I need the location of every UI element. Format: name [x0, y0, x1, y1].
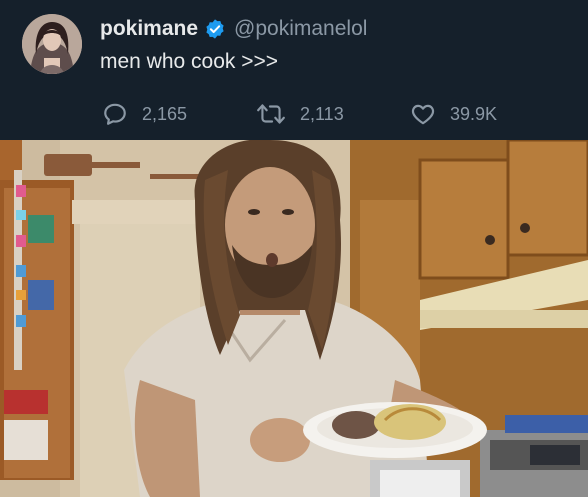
tweet-actions: 2,165 2,113 39.9K: [0, 98, 588, 130]
user-handle[interactable]: @pokimanelol: [234, 17, 367, 41]
reply-icon: [102, 101, 128, 127]
reply-button[interactable]: 2,165: [102, 98, 187, 130]
avatar-image: [22, 14, 82, 74]
heart-icon: [410, 101, 436, 127]
tweet-text: men who cook >>>: [100, 50, 279, 73]
display-name[interactable]: pokimane: [100, 17, 198, 41]
author-row: pokimane @pokimanelol: [100, 16, 367, 42]
verified-badge-icon: [204, 18, 226, 40]
like-button[interactable]: 39.9K: [410, 98, 497, 130]
avatar[interactable]: [22, 14, 82, 74]
retweet-button[interactable]: 2,113: [256, 98, 344, 130]
reply-count: 2,165: [142, 103, 188, 124]
like-count: 39.9K: [450, 103, 498, 124]
tweet-header: pokimane @pokimanelol men who cook >>> 2…: [0, 0, 588, 140]
tweet-photo[interactable]: [0, 140, 588, 497]
tweet-card[interactable]: pokimane @pokimanelol men who cook >>> 2…: [0, 0, 588, 497]
retweet-count: 2,113: [300, 103, 344, 124]
kitchen-photo: [0, 140, 588, 497]
retweet-icon: [256, 101, 286, 127]
